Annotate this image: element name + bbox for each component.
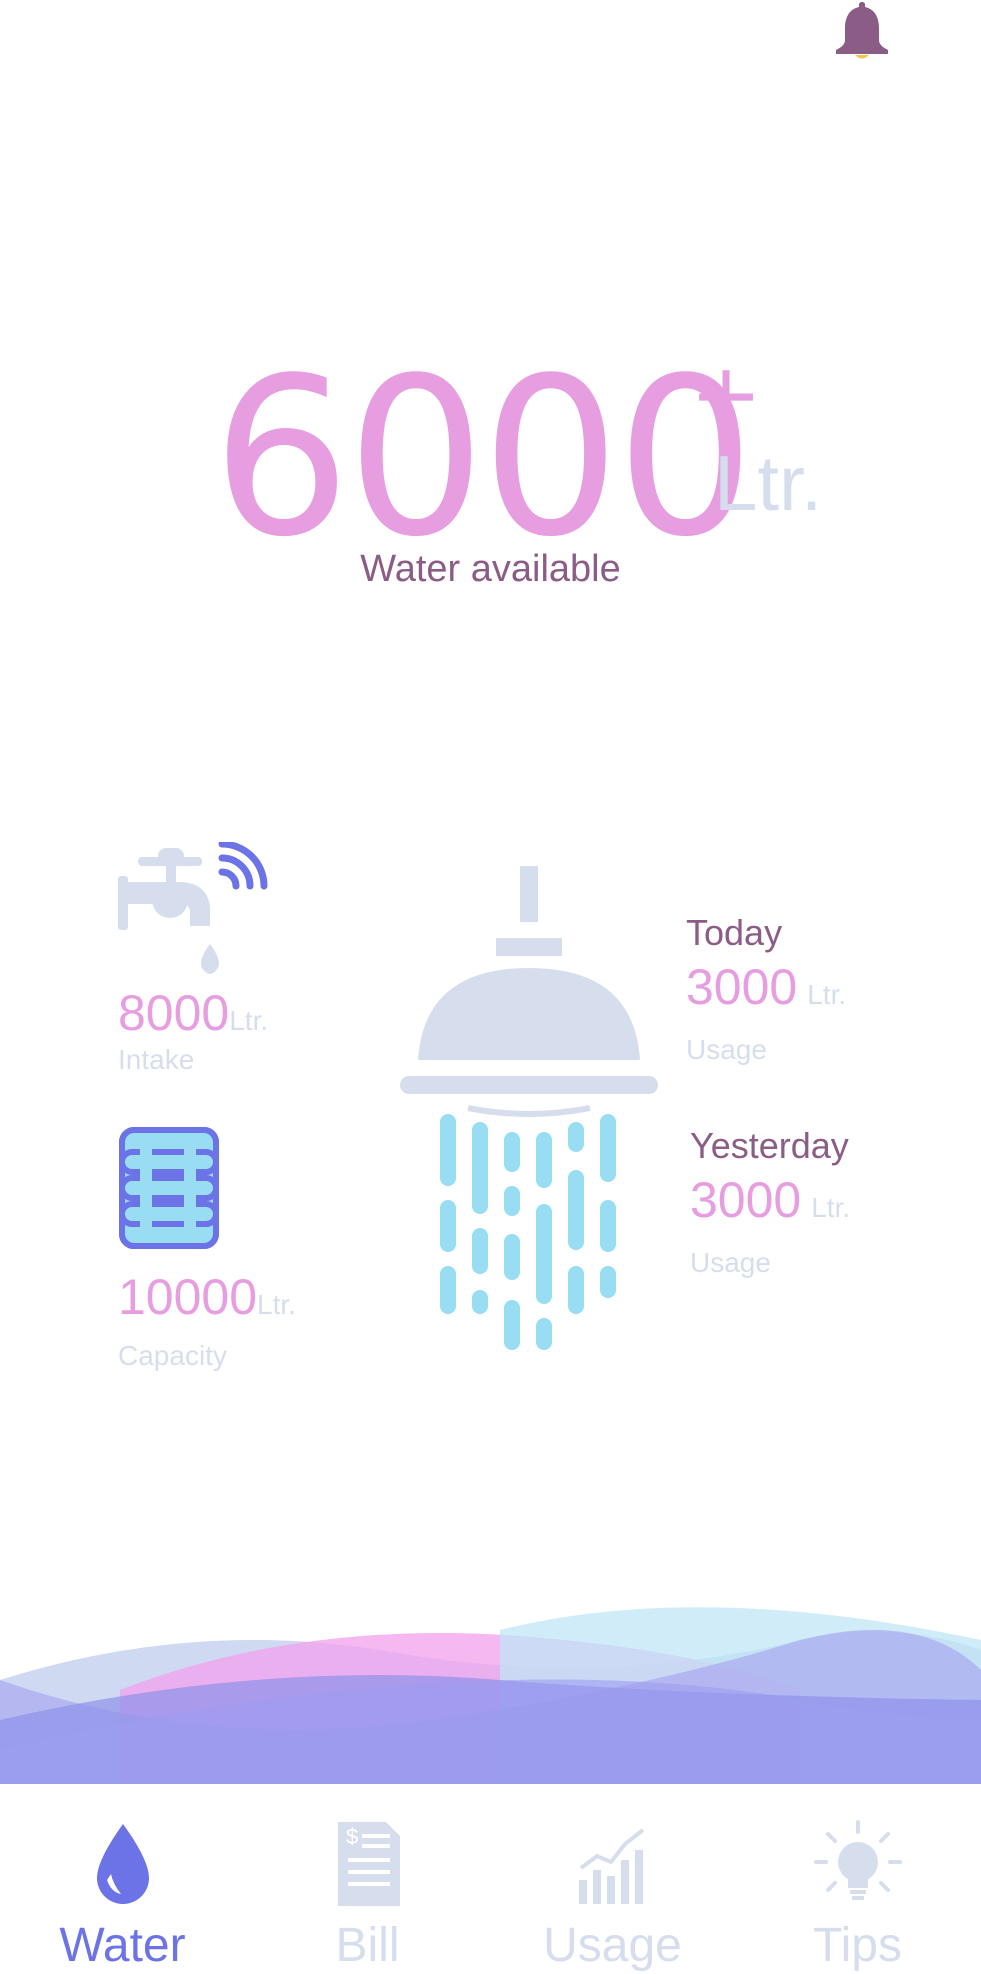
today-value: 3000 Ltr.: [686, 962, 846, 1012]
intake-number: 8000: [118, 985, 230, 1041]
yesterday-title: Yesterday: [690, 1125, 849, 1166]
water-available-plus: +: [690, 345, 763, 445]
yesterday-unit: Ltr.: [811, 1192, 851, 1223]
tab-tips-label: Tips: [813, 1919, 902, 1972]
tab-bill-label: Bill: [335, 1919, 400, 1972]
capacity-value: 10000Ltr.: [118, 1272, 296, 1322]
intake-unit: Ltr.: [229, 1005, 269, 1036]
intake-label: Intake: [118, 1044, 195, 1075]
tab-tips[interactable]: Tips: [735, 1784, 980, 1974]
intake-value: 8000Ltr.: [118, 988, 268, 1038]
bell-icon[interactable]: [834, 0, 890, 62]
water-available-value: 6000: [212, 332, 755, 585]
capacity-number: 10000: [118, 1269, 258, 1325]
today-number: 3000: [686, 959, 798, 1015]
capacity-label: Capacity: [118, 1340, 227, 1371]
shower-icon: [400, 866, 658, 1350]
capacity-unit: Ltr.: [257, 1289, 296, 1320]
usage-chart-icon: [578, 1828, 644, 1904]
decorative-waves: [0, 1607, 981, 1786]
tab-water[interactable]: Water: [0, 1784, 245, 1974]
today-label: Usage: [686, 1034, 767, 1065]
today-title: Today: [686, 912, 783, 953]
bottom-tab-bar: Water $ Bill Usage Tips: [0, 1784, 981, 1974]
water-tank-icon: [119, 1127, 219, 1249]
svg-text:$: $: [346, 1824, 358, 1849]
today-unit: Ltr.: [807, 979, 847, 1010]
smart-faucet-icon: [118, 842, 268, 974]
yesterday-label: Usage: [690, 1247, 771, 1278]
yesterday-number: 3000: [690, 1172, 802, 1228]
water-available-unit: Ltr.: [714, 439, 823, 527]
tab-usage-label: Usage: [543, 1919, 682, 1972]
water-drop-icon: [96, 1824, 149, 1904]
water-available-label: Water available: [360, 548, 621, 590]
bill-icon: $: [337, 1822, 400, 1906]
tab-water-label: Water: [59, 1919, 186, 1972]
lightbulb-icon: [813, 1820, 902, 1900]
tab-usage[interactable]: Usage: [490, 1784, 735, 1974]
yesterday-value: 3000 Ltr.: [690, 1175, 850, 1225]
tab-bill[interactable]: $ Bill: [245, 1784, 490, 1974]
